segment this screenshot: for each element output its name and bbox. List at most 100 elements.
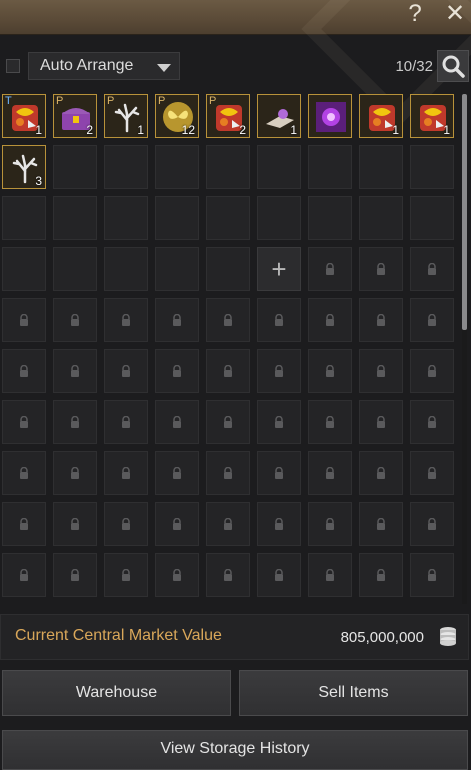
scrollbar-thumb[interactable] [462,94,467,330]
help-button[interactable]: ? [400,0,430,30]
item-quantity: 2 [86,123,93,137]
empty-slot[interactable] [359,145,403,189]
locked-slot [2,298,46,342]
locked-slot [359,553,403,597]
lock-icon [122,365,130,377]
empty-slot[interactable] [308,145,352,189]
item-grade-badge: P [56,95,64,107]
market-value: 805,000,000 [340,629,424,646]
empty-slot[interactable] [206,196,250,240]
inventory-scrollbar[interactable] [462,94,467,604]
empty-slot[interactable] [410,145,454,189]
locked-slot [104,553,148,597]
locked-slot [359,451,403,495]
locked-slot [410,400,454,444]
inventory-item-slot[interactable] [308,94,352,138]
lock-icon [275,518,283,530]
locked-slot [410,553,454,597]
market-value-label: Current Central Market Value [15,627,222,644]
locked-slot [359,400,403,444]
empty-slot[interactable] [53,247,97,291]
empty-slot[interactable] [155,247,199,291]
lock-icon [428,263,436,275]
empty-slot[interactable] [104,196,148,240]
inventory-item-slot[interactable]: P2 [53,94,97,138]
empty-slot[interactable] [2,247,46,291]
locked-slot [2,502,46,546]
locked-slot [410,298,454,342]
inventory-item-slot[interactable]: P1 [104,94,148,138]
locked-slot [2,451,46,495]
lock-icon [428,569,436,581]
silver-coins-icon [440,627,456,646]
search-icon [442,55,465,78]
inventory-item-slot[interactable]: 1 [410,94,454,138]
warehouse-button[interactable]: Warehouse [2,670,231,716]
lock-icon [173,518,181,530]
lock-icon [326,365,334,377]
empty-slot[interactable] [410,196,454,240]
inventory-item-slot[interactable]: P2 [206,94,250,138]
locked-slot [2,400,46,444]
empty-slot[interactable] [359,196,403,240]
locked-slot [257,502,301,546]
locked-slot [155,298,199,342]
empty-slot[interactable] [104,145,148,189]
chevron-down-icon [157,64,171,72]
auto-arrange-label: Auto Arrange [40,57,134,74]
inventory-item-slot[interactable]: 1 [359,94,403,138]
lock-icon [428,314,436,326]
empty-slot[interactable] [155,196,199,240]
sell-items-button[interactable]: Sell Items [239,670,468,716]
lock-icon [275,365,283,377]
lock-icon [20,365,28,377]
lock-icon [377,416,385,428]
lock-icon [71,365,79,377]
auto-arrange-checkbox[interactable] [6,59,20,73]
inventory-item-slot[interactable]: P 12 [155,94,199,138]
empty-slot[interactable] [155,145,199,189]
lock-icon [377,314,385,326]
lock-icon [224,467,232,479]
empty-slot[interactable] [53,145,97,189]
inventory-item-slot[interactable]: T1 [2,94,46,138]
search-button[interactable] [437,50,469,82]
item-quantity: 2 [239,123,246,137]
purple-scroll-icon [314,100,348,134]
empty-slot[interactable] [2,196,46,240]
close-button[interactable]: ✕ [440,0,470,30]
lock-icon [326,467,334,479]
inventory-item-slot[interactable]: 1 [257,94,301,138]
item-quantity: 1 [443,123,450,137]
empty-slot[interactable] [53,196,97,240]
auto-arrange-dropdown[interactable]: Auto Arrange [28,52,180,80]
locked-slot [53,349,97,393]
empty-slot[interactable] [308,196,352,240]
locked-slot [53,553,97,597]
window-titlebar: ? ✕ [0,0,471,127]
lock-icon [275,569,283,581]
lock-icon [377,467,385,479]
locked-slot [104,451,148,495]
empty-slot[interactable] [257,145,301,189]
empty-slot[interactable] [206,247,250,291]
locked-slot [308,553,352,597]
empty-slot[interactable] [104,247,148,291]
empty-slot[interactable] [257,196,301,240]
lock-icon [173,467,181,479]
view-storage-history-button[interactable]: View Storage History [2,730,468,770]
lock-icon [428,518,436,530]
locked-slot [308,349,352,393]
item-grade-badge: P [107,95,115,107]
lock-icon [377,263,385,275]
locked-slot [155,553,199,597]
empty-slot[interactable] [206,145,250,189]
lock-icon [428,416,436,428]
expand-slots-button[interactable]: + [257,247,301,291]
lock-icon [20,518,28,530]
lock-icon [275,314,283,326]
locked-slot [257,553,301,597]
locked-slot [359,502,403,546]
lock-icon [377,518,385,530]
inventory-item-slot[interactable]: 3 [2,145,46,189]
